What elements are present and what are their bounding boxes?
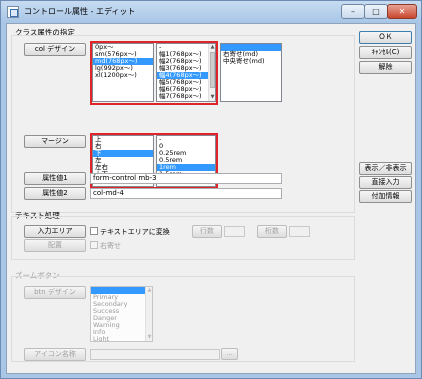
placement-button[interactable]: 配置 xyxy=(24,239,86,252)
attr1-input[interactable]: form-control mb-3 xyxy=(90,173,282,184)
window-title: コントロール属性 - エディット xyxy=(24,7,136,16)
attr2-button[interactable]: 属性値2 xyxy=(24,187,86,200)
direct-input-button[interactable]: 直接入力 xyxy=(359,176,412,189)
input-area-button[interactable]: 入力エリア xyxy=(24,225,86,238)
attr1-button[interactable]: 属性値1 xyxy=(24,172,86,185)
to-textarea-label: テキストエリアに変換 xyxy=(100,228,170,236)
scroll-down-icon[interactable]: ▼ xyxy=(210,95,215,100)
breakpoint-list[interactable]: 0px〜 sm(576px〜) md(768px〜) lg(992px〜) xl(120… xyxy=(92,43,154,102)
icon-name-input[interactable] xyxy=(90,349,220,360)
cancel-button[interactable]: ｷｬﾝｾﾙ(C) xyxy=(359,46,412,59)
delete-button[interactable]: 解除 xyxy=(359,61,412,74)
scroll-up-icon[interactable]: ▲ xyxy=(147,288,152,293)
col-design-button[interactable]: col デザイン xyxy=(24,43,86,56)
align-list[interactable]: 右寄せ(md) 中央寄せ(md) xyxy=(220,43,282,102)
width-list[interactable]: - 幅1(768px〜) 幅2(768px〜) 幅3(768px〜) 幅4(768px〜… xyxy=(156,43,216,102)
scroll-down-icon[interactable]: ▼ xyxy=(147,335,152,340)
text-section-group xyxy=(11,216,355,260)
to-textarea-checkbox[interactable] xyxy=(90,227,98,235)
align-option[interactable]: 中央寄せ(md) xyxy=(221,58,281,65)
dialog-body: クラス属性の指定 col デザイン 0px〜 sm(576px〜) md(768px… xyxy=(6,23,416,374)
title-bar: コントロール属性 - エディット – □ ✕ xyxy=(1,1,421,23)
maximize-button[interactable]: □ xyxy=(364,4,388,19)
margin-direction-option[interactable]: 上 xyxy=(93,136,153,143)
rows-button[interactable]: 行数 xyxy=(192,225,222,238)
rows-input[interactable] xyxy=(224,226,245,237)
breakpoint-option[interactable]: xl(1200px〜) xyxy=(93,72,153,79)
btn-design-scrollbar[interactable]: ▲ ▼ xyxy=(145,287,152,341)
btn-design-option[interactable]: Light xyxy=(91,336,152,342)
margin-size-option[interactable]: - xyxy=(157,136,215,143)
app-icon xyxy=(7,6,19,18)
margin-direction-option[interactable]: 下 xyxy=(93,150,153,157)
width-list-scrollbar[interactable]: ▲ ▼ xyxy=(208,44,215,101)
dialog-window: コントロール属性 - エディット – □ ✕ クラス属性の指定 col デザイン… xyxy=(0,0,422,379)
minimize-button[interactable]: – xyxy=(341,4,365,19)
icon-browse-button[interactable]: ... xyxy=(221,348,238,360)
extra-info-button[interactable]: 付加情報 xyxy=(359,190,412,203)
close-button[interactable]: ✕ xyxy=(387,4,417,19)
scroll-thumb[interactable] xyxy=(210,52,215,88)
width-option[interactable]: 幅7(768px〜) xyxy=(157,93,215,100)
cols-button[interactable]: 桁数 xyxy=(257,225,287,238)
btn-design-button[interactable]: btn デザイン xyxy=(24,286,86,299)
scroll-up-icon[interactable]: ▲ xyxy=(210,45,215,50)
attr2-input[interactable]: col-md-4 xyxy=(90,188,282,199)
align-right-label: 右寄せ xyxy=(100,242,121,250)
ok-button[interactable]: ＯＫ xyxy=(359,31,412,44)
margin-direction-option[interactable]: 右 xyxy=(93,143,153,150)
cols-input[interactable] xyxy=(289,226,310,237)
margin-button[interactable]: マージン xyxy=(24,135,86,148)
icon-name-button[interactable]: アイコン名称 xyxy=(24,348,86,361)
align-right-checkbox[interactable] xyxy=(90,241,98,249)
toggle-display-button[interactable]: 表示／非表示 xyxy=(359,162,412,175)
btn-design-list[interactable]: Primary Secondary Success Danger Warning Info… xyxy=(90,286,153,342)
